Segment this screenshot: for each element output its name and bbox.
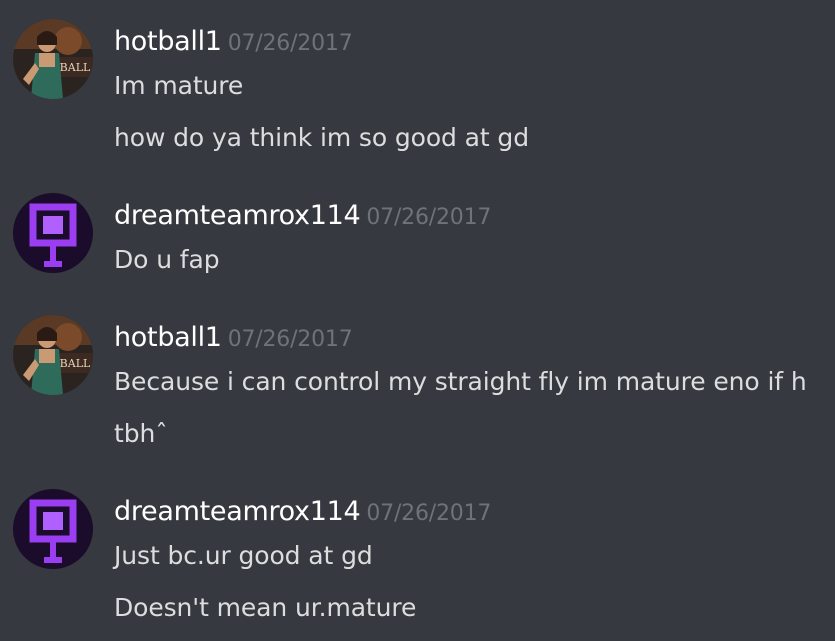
- purple-block-avatar-icon: [13, 489, 93, 569]
- svg-text:BALL: BALL: [60, 357, 91, 370]
- username[interactable]: dreamteamrox114: [114, 496, 361, 527]
- timestamp: 07/26/2017: [366, 501, 492, 526]
- username[interactable]: hotball1: [114, 26, 222, 57]
- game-character-avatar-icon: BALL: [13, 315, 93, 395]
- message-text: Doesn't mean ur.mature: [114, 593, 417, 622]
- svg-text:BALL: BALL: [60, 61, 91, 74]
- username[interactable]: dreamteamrox114: [114, 200, 361, 231]
- user-avatar-dreamteamrox114[interactable]: [13, 193, 93, 273]
- timestamp: 07/26/2017: [227, 327, 353, 352]
- user-avatar-hotball1[interactable]: BALL: [13, 19, 93, 99]
- timestamp: 07/26/2017: [227, 31, 353, 56]
- purple-block-avatar-icon: [13, 193, 93, 273]
- message-text: Im mature: [114, 71, 244, 100]
- username[interactable]: hotball1: [114, 322, 222, 353]
- message-text: Do u fap: [114, 245, 220, 274]
- message-text: tbhˆ: [114, 419, 168, 448]
- message-text: Because i can control my straight fly im…: [114, 367, 807, 396]
- message-text: Just bc.ur good at gd: [114, 541, 373, 570]
- timestamp: 07/26/2017: [366, 205, 492, 230]
- user-avatar-hotball1[interactable]: BALL: [13, 315, 93, 395]
- message-text: how do ya think im so good at gd: [114, 123, 529, 152]
- user-avatar-dreamteamrox114[interactable]: [13, 489, 93, 569]
- game-character-avatar-icon: BALL: [13, 19, 93, 99]
